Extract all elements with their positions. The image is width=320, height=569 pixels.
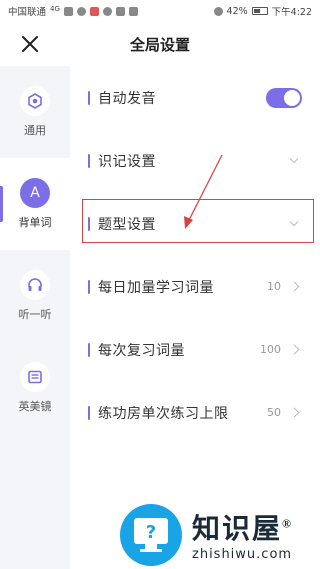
auto-pronounce-toggle[interactable]: [266, 87, 302, 108]
setting-practice-limit[interactable]: 练功房单次练习上限 50: [70, 381, 320, 444]
eye-icon: [213, 6, 223, 16]
row-accent-bar: [88, 405, 90, 420]
chevron-right-icon: [289, 407, 300, 418]
chevron-down-icon: [286, 217, 302, 230]
row-accent-bar: [88, 216, 90, 231]
setting-auto-pronounce[interactable]: 自动发音: [70, 66, 320, 129]
watermark-title: 知识屋®: [192, 507, 293, 547]
message-icon: [102, 6, 112, 16]
status-bar-right: 42% 下午4:22: [213, 4, 312, 18]
battery-percent: 42%: [226, 5, 248, 17]
close-button[interactable]: [18, 32, 42, 56]
sidebar: 通用 A 背单词 听一听 英美镜: [0, 66, 70, 569]
sidebar-item-label: 英美镜: [18, 400, 52, 413]
setting-review-words[interactable]: 每次复习词量 100: [70, 318, 320, 381]
close-icon: [22, 36, 38, 52]
hexagon-icon: [20, 86, 50, 116]
header: 全局设置: [0, 22, 320, 66]
sidebar-item-general[interactable]: 通用: [0, 66, 70, 158]
status-bar-left: 中国联通 4G: [8, 4, 138, 18]
battery-icon: [251, 7, 268, 15]
carrier-label: 中国联通: [8, 7, 47, 18]
sidebar-item-us-uk[interactable]: 英美镜: [0, 342, 70, 434]
status-bar: 中国联通 4G 42% 下午4:22: [0, 0, 320, 22]
watermark-text: 知识屋® zhishiwu.com: [192, 507, 293, 562]
sidebar-item-label: 听一听: [18, 308, 52, 321]
setting-label: 练功房单次练习上限: [98, 405, 229, 422]
svg-text:?: ?: [146, 522, 156, 543]
setting-label: 识记设置: [98, 153, 156, 170]
chevron-right-icon: [289, 281, 300, 292]
setting-question-type[interactable]: 题型设置: [70, 192, 320, 255]
row-accent-bar: [88, 153, 90, 168]
setting-value: 10: [267, 280, 281, 293]
registered-mark: ®: [282, 516, 293, 531]
setting-label: 每日加量学习词量: [98, 279, 214, 296]
setting-label: 每次复习词量: [98, 342, 185, 359]
headphones-icon: [20, 270, 50, 300]
setting-label: 自动发音: [98, 90, 156, 107]
chevron-right-icon: [289, 344, 300, 355]
sidebar-item-label: 通用: [24, 124, 46, 137]
app-notification-icon: [89, 6, 99, 16]
signal-icon: [63, 6, 73, 16]
settings-list: 自动发音 识记设置 题型设置 每日加量学习词量 10 每次复习词量 100 练功…: [70, 66, 320, 444]
clock: 下午4:22: [271, 7, 312, 18]
row-accent-bar: [88, 342, 90, 357]
wifi-icon: [76, 6, 86, 16]
setting-daily-extra-words[interactable]: 每日加量学习词量 10: [70, 255, 320, 318]
network-label: 4G: [50, 4, 60, 13]
sidebar-item-listen[interactable]: 听一听: [0, 250, 70, 342]
setting-memorization[interactable]: 识记设置: [70, 129, 320, 192]
sidebar-item-vocabulary[interactable]: A 背单词: [0, 158, 70, 250]
watermark: ? 知识屋® zhishiwu.com: [120, 500, 320, 569]
watermark-logo-icon: ?: [120, 503, 182, 566]
page-title: 全局设置: [129, 35, 190, 54]
sidebar-item-label: 背单词: [18, 216, 52, 229]
watermark-title-text: 知识屋: [192, 514, 283, 545]
location-icon: [115, 6, 125, 16]
chevron-down-icon: [286, 154, 302, 167]
book-icon: [20, 362, 50, 392]
row-accent-bar: [88, 90, 90, 105]
toggle-knob: [284, 89, 300, 106]
setting-label: 题型设置: [98, 216, 156, 233]
row-accent-bar: [88, 279, 90, 294]
setting-value: 100: [260, 343, 281, 356]
letter-a-icon: A: [20, 178, 50, 208]
mail-icon: [128, 6, 138, 16]
watermark-url: zhishiwu.com: [192, 547, 293, 562]
setting-value: 50: [267, 406, 281, 419]
